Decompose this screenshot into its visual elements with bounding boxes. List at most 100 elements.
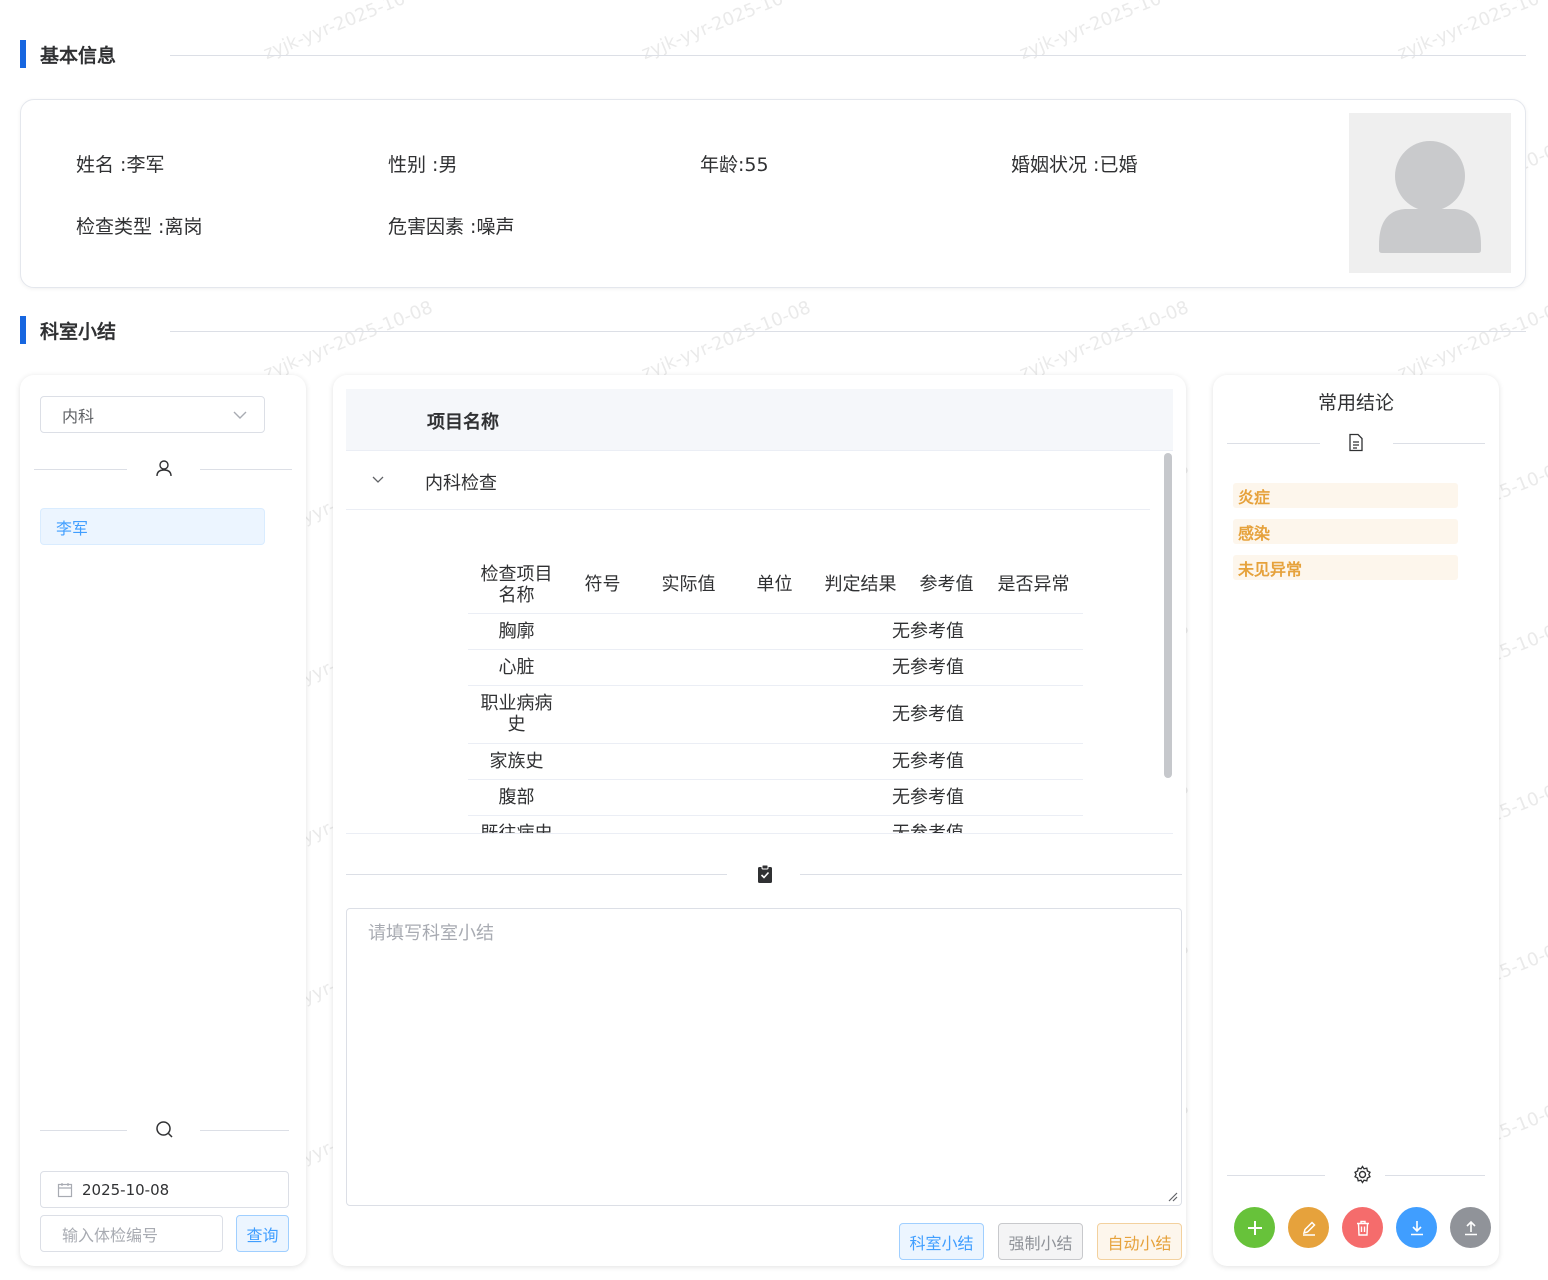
conclusion-tag[interactable]: 炎症: [1233, 483, 1458, 508]
gear-icon[interactable]: [1353, 1165, 1372, 1184]
cell-unit: [737, 779, 812, 816]
watermark: zyjk-yyr-2025-10-08: [1016, 296, 1192, 385]
cell-symbol: [565, 743, 640, 780]
table-row: 家族史 无参考值: [468, 743, 1083, 780]
date-value: 2025-10-08: [82, 1180, 170, 1199]
divider: [1385, 1175, 1485, 1176]
left-panel: 内科 李军 2025-10-08 输入体检编号 查询: [20, 375, 306, 1266]
table-row: 心脏 无参考值: [468, 649, 1083, 686]
cell-abnormal: [984, 779, 1083, 816]
add-button[interactable]: [1234, 1207, 1275, 1248]
panel-title: 常用结论: [1317, 392, 1394, 414]
conclusion-tag[interactable]: 感染: [1233, 519, 1458, 544]
avatar: [1349, 113, 1511, 273]
person-name: 李军: [56, 518, 89, 538]
table-row: 胸廓 无参考值: [468, 613, 1083, 650]
summary-textarea[interactable]: 请填写科室小结: [346, 908, 1182, 1206]
cell-reference: 无参考值: [812, 649, 984, 686]
cell-symbol: [565, 685, 640, 744]
section-divider: [170, 55, 1526, 56]
upload-button[interactable]: [1450, 1207, 1491, 1248]
cell-actual-value: [640, 685, 737, 744]
watermark: zyjk-yyr-2025-10-08: [638, 296, 814, 385]
cell-reference: 无参考值: [812, 685, 984, 744]
column-header: 参考值: [909, 557, 984, 614]
summary-placeholder: 请填写科室小结: [368, 923, 494, 944]
cell-reference: 无参考值: [812, 815, 984, 833]
exam-type: 检查类型 :离岗: [76, 216, 203, 238]
column-header: 实际值: [640, 557, 737, 614]
cell-symbol: [565, 613, 640, 650]
cell-symbol: [565, 815, 640, 833]
cell-unit: [737, 815, 812, 833]
download-button[interactable]: [1396, 1207, 1437, 1248]
table-scrollbar[interactable]: [1164, 453, 1172, 778]
exam-number-input[interactable]: 输入体检编号: [40, 1215, 223, 1252]
column-header-item-name: 项目名称: [427, 412, 499, 433]
cell-item-name: 既往病史: [468, 815, 565, 833]
conclusion-tag[interactable]: 未见异常: [1233, 555, 1458, 580]
cell-item-name: 职业病病史: [468, 685, 565, 744]
calendar-icon: [57, 1182, 73, 1197]
exam-items-panel: 项目名称 内科检查 检查项目名称 符号 实际值 单位 判定结果 参考值 是否异常: [333, 375, 1186, 1266]
table-row-group[interactable]: 内科检查: [346, 451, 1150, 510]
common-conclusions-panel: 常用结论 炎症 感染 未见异常: [1213, 375, 1499, 1266]
patient-marital-status: 婚姻状况 :已婚: [1011, 154, 1138, 176]
clipboard-check-icon: [758, 864, 772, 883]
person-list-item[interactable]: 李军: [40, 508, 265, 545]
section-basic-info: 基本信息: [20, 40, 116, 68]
watermark: zyjk-yyr-2025-10-08: [1394, 296, 1548, 385]
cell-unit: [737, 649, 812, 686]
department-select[interactable]: 内科: [40, 396, 265, 433]
cell-abnormal: [984, 743, 1083, 780]
chevron-down-icon[interactable]: [371, 472, 385, 486]
cell-actual-value: [640, 815, 737, 833]
patient-name: 姓名 :李军: [76, 154, 165, 176]
cell-item-name: 心脏: [468, 649, 565, 686]
group-name: 内科检查: [425, 473, 497, 494]
section-dept-summary: 科室小结: [20, 316, 116, 344]
divider: [200, 1130, 289, 1131]
cell-actual-value: [640, 743, 737, 780]
table-row: 职业病病史 无参考值: [468, 685, 1083, 744]
table-header: 项目名称: [346, 389, 1173, 451]
cell-item-name: 腹部: [468, 779, 565, 816]
department-select-value: 内科: [62, 406, 95, 426]
divider: [200, 469, 292, 470]
cell-symbol: [565, 649, 640, 686]
auto-summary-button[interactable]: 自动小结: [1097, 1223, 1182, 1260]
patient-gender: 性别 :男: [388, 154, 458, 176]
table-row: 既往病史 无参考值: [468, 815, 1083, 833]
divider: [1227, 443, 1320, 444]
resize-handle-icon[interactable]: [1166, 1190, 1178, 1202]
cell-abnormal: [984, 649, 1083, 686]
query-button[interactable]: 查询: [236, 1215, 289, 1252]
cell-actual-value: [640, 613, 737, 650]
date-picker[interactable]: 2025-10-08: [40, 1171, 289, 1208]
cell-abnormal: [984, 685, 1083, 744]
force-summary-button[interactable]: 强制小结: [998, 1223, 1083, 1260]
cell-unit: [737, 743, 812, 780]
hazard-factor: 危害因素 :噪声: [388, 216, 515, 238]
column-header: 是否异常: [984, 557, 1083, 614]
section-title-basic-info: 基本信息: [40, 44, 117, 67]
section-accent-bar: [20, 316, 26, 344]
delete-button[interactable]: [1342, 1207, 1383, 1248]
document-icon: [1349, 433, 1363, 452]
section-title-dept-summary: 科室小结: [40, 320, 117, 343]
avatar-placeholder-icon: [1379, 141, 1481, 253]
edit-button[interactable]: [1288, 1207, 1329, 1248]
cell-unit: [737, 613, 812, 650]
patient-info-card: 姓名 :李军 性别 :男 年龄:55 婚姻状况 :已婚 检查类型 :离岗 危害因…: [20, 99, 1526, 288]
dept-summary-button[interactable]: 科室小结: [899, 1223, 984, 1260]
cell-item-name: 胸廓: [468, 613, 565, 650]
divider: [346, 874, 727, 875]
divider: [40, 1130, 127, 1131]
column-header: 单位: [737, 557, 812, 614]
cell-reference: 无参考值: [812, 779, 984, 816]
user-icon: [156, 460, 172, 477]
chevron-down-icon: [233, 411, 247, 419]
cell-item-name: 家族史: [468, 743, 565, 780]
download-icon: [1410, 1220, 1423, 1235]
column-header: 判定结果: [812, 557, 909, 614]
